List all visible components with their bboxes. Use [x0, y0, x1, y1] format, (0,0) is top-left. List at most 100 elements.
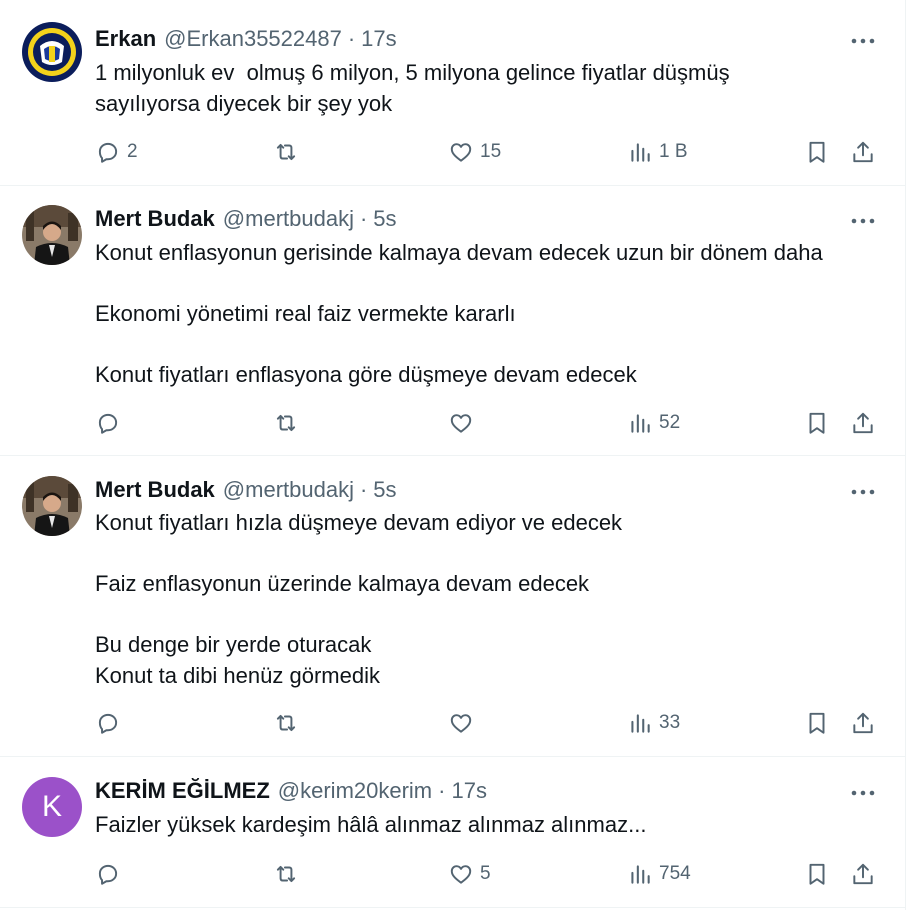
avatar-letter: K — [41, 790, 62, 823]
more-icon — [851, 489, 875, 495]
more-icon — [851, 790, 875, 796]
tweet-text: Faizler yüksek kardeşim hâlâ alınmaz alı… — [95, 810, 885, 841]
like-button[interactable]: 5 — [448, 859, 491, 889]
view-count: 52 — [659, 412, 681, 433]
heart-icon — [450, 414, 472, 433]
like-button[interactable] — [448, 708, 474, 738]
avatar[interactable] — [22, 476, 82, 536]
share-button[interactable] — [850, 859, 876, 889]
reply-button[interactable]: 2 — [95, 137, 138, 167]
views-icon — [631, 714, 650, 733]
author-handle[interactable]: @Erkan35522487 — [164, 26, 342, 52]
tweet-text-line: Bu denge bir yerde oturacak — [95, 632, 372, 657]
share-icon — [853, 141, 873, 163]
views-button[interactable]: 1 B — [627, 137, 688, 167]
author-name[interactable]: Mert Budak — [95, 477, 215, 503]
separator: · — [359, 477, 368, 502]
like-count: 15 — [480, 141, 502, 162]
tweet-header: KERİM EĞİLMEZ @kerim20kerim · 17s — [95, 777, 487, 805]
tweet-text: Konut fiyatları hızla düşmeye devam ediy… — [95, 508, 885, 691]
tweet-header: Mert Budak @mertbudakj · 5s — [95, 205, 397, 233]
retweet-icon — [276, 714, 296, 732]
view-count: 33 — [659, 712, 681, 733]
person-photo-icon — [22, 476, 82, 536]
tweet-text-line: 1 milyonluk ev olmuş 6 milyon, 5 milyona… — [95, 60, 730, 85]
author-name[interactable]: Erkan — [95, 26, 156, 52]
retweet-icon — [276, 865, 296, 883]
person-photo-icon — [22, 205, 82, 265]
retweet-button[interactable] — [273, 408, 299, 438]
reply-button[interactable] — [95, 408, 127, 438]
more-icon — [851, 218, 875, 224]
views-button[interactable]: 52 — [627, 408, 680, 438]
reply-button[interactable] — [95, 859, 127, 889]
more-button[interactable] — [848, 211, 878, 231]
reply-icon — [98, 142, 118, 163]
timestamp[interactable]: 17s — [361, 26, 396, 52]
view-count: 1 B — [659, 141, 688, 162]
tweet-actions: 33 — [95, 708, 885, 738]
tweet-actions: 2 15 1 B — [95, 137, 885, 167]
bookmark-button[interactable] — [804, 408, 830, 438]
more-button[interactable] — [848, 31, 878, 51]
reply-icon — [98, 413, 118, 434]
like-button[interactable]: 15 — [448, 137, 501, 167]
more-button[interactable] — [848, 783, 878, 803]
bookmark-button[interactable] — [804, 859, 830, 889]
tweet-text-line: Ekonomi yönetimi real faiz vermekte kara… — [95, 301, 516, 326]
more-icon — [851, 38, 875, 44]
tweet-text: Konut enflasyonun gerisinde kalmaya deva… — [95, 238, 885, 391]
bookmark-icon — [809, 412, 825, 434]
like-button[interactable] — [448, 408, 474, 438]
tweet-feed: Erkan @Erkan35522487 · 17s 1 milyonluk e… — [0, 0, 906, 910]
author-handle[interactable]: @mertbudakj — [223, 206, 354, 232]
tweet[interactable]: Mert Budak @mertbudakj · 5s Konut fiyatl… — [0, 456, 905, 757]
retweet-button[interactable] — [273, 708, 299, 738]
retweet-icon — [276, 143, 296, 161]
retweet-button[interactable] — [273, 859, 299, 889]
reply-count: 2 — [127, 141, 138, 162]
author-name[interactable]: KERİM EĞİLMEZ — [95, 778, 270, 804]
more-button[interactable] — [848, 482, 878, 502]
timestamp[interactable]: 5s — [373, 206, 396, 232]
timestamp[interactable]: 5s — [373, 477, 396, 503]
retweet-button[interactable] — [273, 137, 299, 167]
tweet-text: 1 milyonluk ev olmuş 6 milyon, 5 milyona… — [95, 58, 885, 119]
tweet[interactable]: Erkan @Erkan35522487 · 17s 1 milyonluk e… — [0, 0, 905, 186]
separator: · — [347, 26, 356, 51]
retweet-icon — [276, 414, 296, 432]
like-count: 5 — [480, 863, 491, 884]
tweet[interactable]: K KERİM EĞİLMEZ @kerim20kerim · 17s Faiz… — [0, 757, 905, 908]
share-button[interactable] — [850, 408, 876, 438]
reply-icon — [98, 713, 118, 734]
author-handle[interactable]: @mertbudakj — [223, 477, 354, 503]
tweet-text-line: Konut enflasyonun gerisinde kalmaya deva… — [95, 240, 823, 265]
share-button[interactable] — [850, 137, 876, 167]
avatar[interactable] — [22, 205, 82, 265]
reply-icon — [98, 864, 118, 885]
heart-icon — [450, 714, 472, 733]
timestamp[interactable]: 17s — [451, 778, 486, 804]
tweet-text-line: sayılıyorsa diyecek bir şey yok — [95, 90, 393, 116]
team-crest-icon — [22, 22, 82, 82]
bookmark-button[interactable] — [804, 137, 830, 167]
views-button[interactable]: 33 — [627, 708, 680, 738]
tweet-text-line: Faizler yüksek kardeşim hâlâ alınmaz alı… — [95, 812, 647, 837]
reply-button[interactable] — [95, 708, 127, 738]
bookmark-button[interactable] — [804, 708, 830, 738]
heart-icon — [450, 865, 472, 884]
share-button[interactable] — [850, 708, 876, 738]
tweet[interactable]: Mert Budak @mertbudakj · 5s Konut enflas… — [0, 186, 905, 456]
views-icon — [631, 143, 650, 162]
bookmark-icon — [809, 863, 825, 885]
avatar[interactable] — [22, 22, 82, 82]
views-button[interactable]: 754 — [627, 859, 691, 889]
tweet-text-line: Konut ta dibi henüz görmedik — [95, 662, 380, 688]
bookmark-icon — [809, 141, 825, 163]
bookmark-icon — [809, 712, 825, 734]
author-name[interactable]: Mert Budak — [95, 206, 215, 232]
author-handle[interactable]: @kerim20kerim — [278, 778, 432, 804]
share-icon — [853, 712, 873, 734]
avatar[interactable]: K — [22, 777, 82, 837]
tweet-text-line: Konut fiyatları hızla düşmeye devam ediy… — [95, 510, 623, 535]
